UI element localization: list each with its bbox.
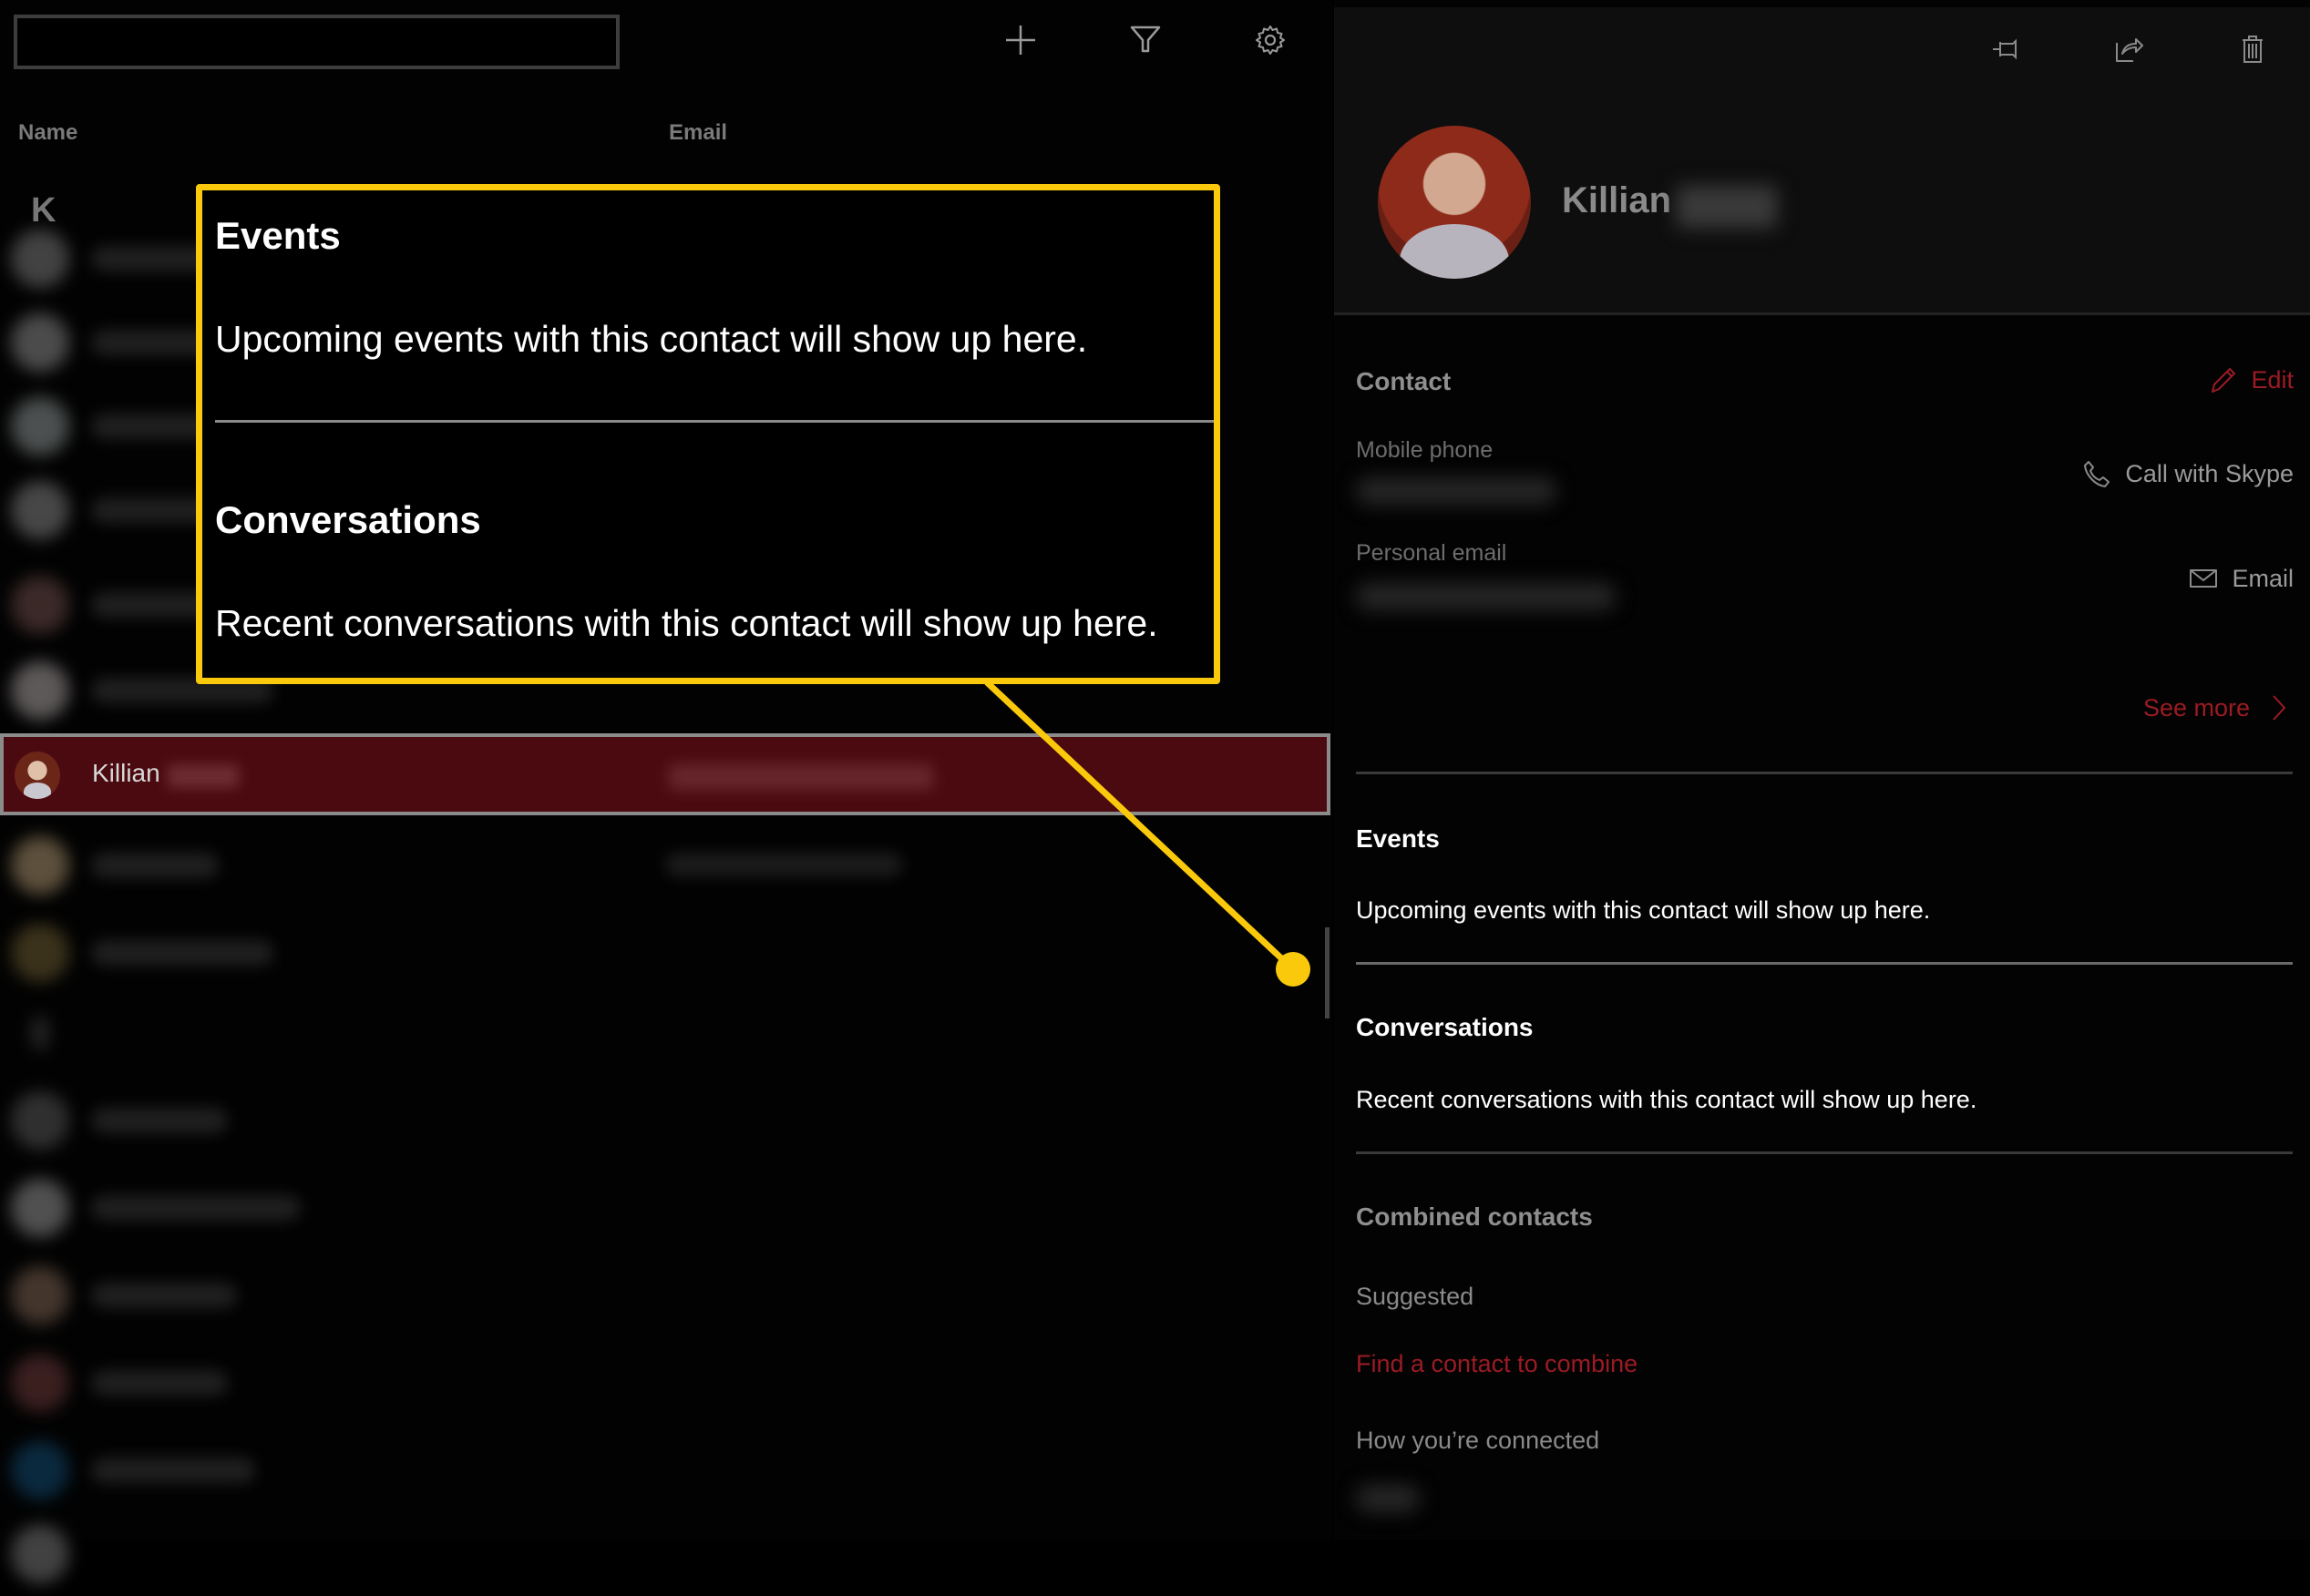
avatar: [11, 1091, 69, 1150]
suggested-label: Suggested: [1356, 1283, 1474, 1310]
group-letter-blurred: [31, 1015, 49, 1051]
contact-name-blurred: [91, 853, 219, 878]
contact-section-title: Contact: [1356, 367, 1452, 395]
avatar: [11, 836, 69, 895]
email-action-label: Email: [2232, 564, 2294, 592]
search-input[interactable]: [14, 15, 620, 69]
avatar: [11, 397, 69, 455]
find-contact-to-combine-link[interactable]: Find a contact to combine: [1356, 1350, 1638, 1378]
contact-avatar: [1378, 126, 1531, 279]
see-more-label: See more: [2142, 693, 2250, 721]
avatar: [11, 661, 69, 720]
contact-header: Killian: [1334, 7, 2310, 315]
avatar: [11, 1354, 69, 1412]
contact-row[interactable]: [0, 1079, 1330, 1162]
contact-name-blurred: [91, 1458, 255, 1483]
contact-email-blurred: [665, 853, 902, 876]
mobile-phone-value-blurred[interactable]: [1356, 477, 1556, 505]
scrollbar[interactable]: [1325, 927, 1330, 1018]
delete-button[interactable]: [2234, 31, 2271, 67]
contact-email-blurred: [669, 764, 933, 790]
conversations-section-title: Conversations: [1356, 1013, 1534, 1041]
avatar: [15, 752, 60, 799]
callout-conversations-text: Recent conversations with this contact w…: [215, 602, 1158, 644]
name-column-header[interactable]: Name: [18, 120, 77, 146]
conversations-empty-text: Recent conversations with this contact w…: [1356, 1086, 1977, 1113]
avatar: [11, 230, 69, 288]
contact-surname-blurred: [168, 764, 239, 788]
share-icon: [2116, 38, 2143, 62]
events-section-title: Events: [1356, 824, 1440, 853]
pin-icon: [1993, 38, 2017, 60]
gear-icon: [1256, 26, 1285, 55]
section-divider: [1356, 1151, 2293, 1154]
avatar: [11, 1179, 69, 1237]
callout-events-text: Upcoming events with this contact will s…: [215, 318, 1088, 360]
contact-name-blurred: [91, 1283, 237, 1308]
personal-email-label: Personal email: [1356, 540, 1507, 566]
contact-row-selected[interactable]: Killian: [0, 733, 1330, 815]
section-divider: [1356, 772, 2293, 774]
share-button[interactable]: [2110, 31, 2147, 67]
call-with-skype-button[interactable]: Call with Skype: [2081, 458, 2294, 489]
edit-label: Edit: [2251, 365, 2294, 394]
contact-name-blurred: [91, 1370, 228, 1396]
email-button[interactable]: Email: [2188, 563, 2294, 594]
email-column-header[interactable]: Email: [669, 120, 727, 146]
contact-name-blurred: [91, 1108, 228, 1133]
edit-button[interactable]: Edit: [2207, 364, 2294, 395]
avatar: [11, 313, 69, 372]
personal-email-value-blurred[interactable]: [1356, 583, 1616, 610]
avatar: [11, 924, 69, 982]
contact-row[interactable]: [0, 824, 1330, 907]
group-letter-row: [0, 1002, 1330, 1057]
contact-detail-pane: Killian Contact Edit Mobile phone Call w…: [1334, 0, 2310, 1540]
contact-row[interactable]: [0, 1253, 1330, 1337]
avatar: [11, 1266, 69, 1325]
pencil-icon: [2212, 368, 2236, 393]
filter-icon: [1130, 26, 1161, 53]
contact-name-blurred: [91, 940, 273, 966]
callout-conversations-title: Conversations: [215, 498, 481, 541]
contact-row[interactable]: [0, 1512, 1330, 1596]
chevron-right-icon: [2273, 695, 2286, 721]
plus-icon: [1006, 26, 1035, 55]
zoom-callout: Events Upcoming events with this contact…: [196, 184, 1220, 684]
section-divider: [1356, 962, 2293, 965]
filter-button[interactable]: [1125, 20, 1165, 60]
call-label: Call with Skype: [2125, 459, 2294, 487]
contact-row[interactable]: [0, 1341, 1330, 1425]
add-contact-button[interactable]: [1001, 20, 1041, 60]
settings-button[interactable]: [1250, 20, 1290, 60]
pin-button[interactable]: [1988, 31, 2025, 67]
avatar: [11, 1525, 69, 1583]
mail-icon: [2190, 569, 2218, 588]
avatar: [11, 576, 69, 634]
how-youre-connected-label: How you’re connected: [1356, 1427, 1600, 1454]
contact-surname-blurred: [1677, 186, 1777, 228]
contact-name: Killian: [92, 759, 160, 787]
contact-name-blurred: [91, 1195, 301, 1221]
contact-display-name: Killian: [1562, 180, 1672, 220]
contact-row[interactable]: [0, 911, 1330, 995]
callout-events-title: Events: [215, 214, 341, 257]
phone-icon: [2084, 461, 2110, 487]
connection-source-blurred: [1356, 1485, 1420, 1512]
avatar: [11, 1441, 69, 1499]
combined-contacts-title: Combined contacts: [1356, 1202, 1593, 1231]
trash-icon: [2243, 36, 2263, 63]
contact-row[interactable]: [0, 1166, 1330, 1250]
events-empty-text: Upcoming events with this contact will s…: [1356, 896, 1931, 924]
contact-row[interactable]: [0, 1428, 1330, 1512]
callout-divider: [215, 420, 1214, 423]
avatar: [11, 481, 69, 539]
see-more-link[interactable]: See more: [2143, 692, 2294, 723]
mobile-phone-label: Mobile phone: [1356, 437, 1494, 463]
